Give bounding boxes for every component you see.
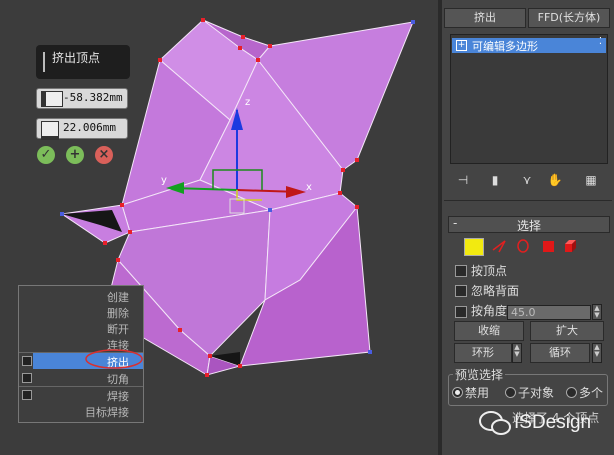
viewport[interactable]: z x y 挤出顶点 -58.382mm 22.006mm ✓ + × 创建 删…	[0, 0, 438, 455]
preview-off-label: 禁用	[465, 386, 490, 400]
menu-item-connect[interactable]: 连接	[19, 336, 143, 352]
caddy-cancel-button[interactable]: ×	[95, 146, 113, 164]
show-end-result-icon[interactable]: ▮	[486, 172, 504, 188]
loop-spinner[interactable]: ▲ ▼	[592, 343, 602, 363]
extrude-modifier-button[interactable]: 挤出	[444, 8, 526, 28]
preview-selection-group: 预览选择 禁用 子对象 多个	[448, 366, 608, 406]
selection-rollout-header[interactable]: - 选择	[448, 216, 610, 233]
caddy-ok-button[interactable]: ✓	[37, 146, 55, 164]
by-vertex-label: 按顶点	[471, 264, 508, 278]
menu-item-extrude[interactable]: 挤出	[33, 353, 143, 369]
configure-sets-icon[interactable]: ▦	[582, 172, 600, 188]
caddy-apply-button[interactable]: +	[66, 146, 84, 164]
menu-item-weld[interactable]: 焊接	[19, 387, 143, 403]
element-mode-icon[interactable]	[562, 238, 580, 254]
settings-box-icon	[22, 356, 32, 366]
watermark: ISDesign	[478, 404, 614, 444]
extrude-height-value: -58.382mm	[63, 91, 123, 104]
extrude-vertex-caddy: 挤出顶点	[36, 45, 130, 79]
x-icon: ×	[98, 147, 110, 162]
axis-label-z: z	[245, 97, 250, 108]
ignore-backfacing-label: 忽略背面	[471, 284, 520, 298]
expand-icon[interactable]: +	[456, 40, 467, 51]
plus-icon: +	[69, 147, 81, 162]
menu-item-create[interactable]: 创建	[19, 288, 143, 304]
ring-spinner[interactable]: ▲ ▼	[512, 343, 522, 363]
border-mode-icon[interactable]	[514, 238, 532, 254]
extrude-width-field[interactable]: 22.006mm	[36, 118, 128, 140]
settings-box-icon	[22, 373, 32, 383]
subobject-icon: ⁚	[598, 36, 602, 47]
axis-label-x: x	[306, 182, 312, 193]
shrink-button[interactable]: 收缩	[454, 321, 524, 341]
by-angle-checkbox[interactable]	[455, 306, 467, 318]
width-icon	[41, 121, 59, 140]
polygon-mode-icon[interactable]	[540, 238, 558, 254]
menu-item-chamfer[interactable]: 切角	[19, 370, 143, 386]
caddy-title: 挤出顶点	[52, 51, 101, 65]
menu-item-break[interactable]: 断开	[19, 320, 143, 336]
wechat-icon	[479, 411, 511, 435]
height-icon	[41, 91, 63, 107]
preview-off-radio[interactable]	[452, 387, 463, 398]
extrude-settings-toggle[interactable]	[19, 353, 33, 369]
by-angle-label: 按角度:	[471, 304, 512, 318]
remove-modifier-icon[interactable]: ✋	[546, 172, 564, 188]
grow-button[interactable]: 扩大	[530, 321, 604, 341]
angle-value: 45.0	[511, 306, 536, 319]
menu-item-delete[interactable]: 删除	[19, 304, 143, 320]
preview-selection-title: 预览选择	[453, 366, 506, 383]
loop-button[interactable]: 循环	[530, 343, 590, 363]
pin-stack-icon[interactable]: ⊣	[454, 172, 472, 188]
selection-rollout-title: 选择	[516, 219, 541, 233]
caddy-grip[interactable]	[43, 52, 45, 72]
ffd-box-modifier-button[interactable]: FFD(长方体)	[528, 8, 610, 28]
angle-input[interactable]: 45.0	[507, 305, 591, 320]
preview-multi-label: 多个	[579, 386, 604, 400]
panel-divider	[444, 200, 612, 201]
stack-item-label: 可编辑多边形	[472, 40, 538, 53]
preview-subobject-label: 子对象	[518, 386, 555, 400]
extrude-width-value: 22.006mm	[63, 121, 116, 134]
modifier-stack[interactable]: + 可编辑多边形 ⁚	[450, 34, 608, 164]
check-icon: ✓	[40, 147, 52, 162]
by-vertex-checkbox[interactable]	[455, 265, 467, 277]
menu-item-target-weld[interactable]: 目标焊接	[19, 403, 143, 419]
quad-context-menu: 创建 删除 断开 连接 挤出 切角 焊接 目标焊接	[18, 285, 144, 423]
ring-button[interactable]: 环形	[454, 343, 512, 363]
settings-box-icon	[22, 390, 32, 400]
stack-item-editable-poly[interactable]: + 可编辑多边形 ⁚	[452, 36, 606, 53]
command-panel: 挤出 FFD(长方体) + 可编辑多边形 ⁚ ⊣ ▮ ⋎ ✋ ▦ - 选择 按顶…	[442, 0, 614, 455]
ignore-backfacing-checkbox[interactable]	[455, 285, 467, 297]
edge-mode-icon[interactable]	[491, 238, 509, 254]
extrude-height-field[interactable]: -58.382mm	[36, 88, 128, 109]
vertex-mode-icon[interactable]	[464, 238, 484, 256]
axis-label-y: y	[161, 175, 167, 186]
preview-multi-radio[interactable]	[566, 387, 577, 398]
make-unique-icon[interactable]: ⋎	[518, 172, 536, 188]
angle-spinner[interactable]: ▲ ▼	[592, 304, 602, 320]
watermark-text: ISDesign	[514, 412, 592, 433]
preview-subobject-radio[interactable]	[505, 387, 516, 398]
